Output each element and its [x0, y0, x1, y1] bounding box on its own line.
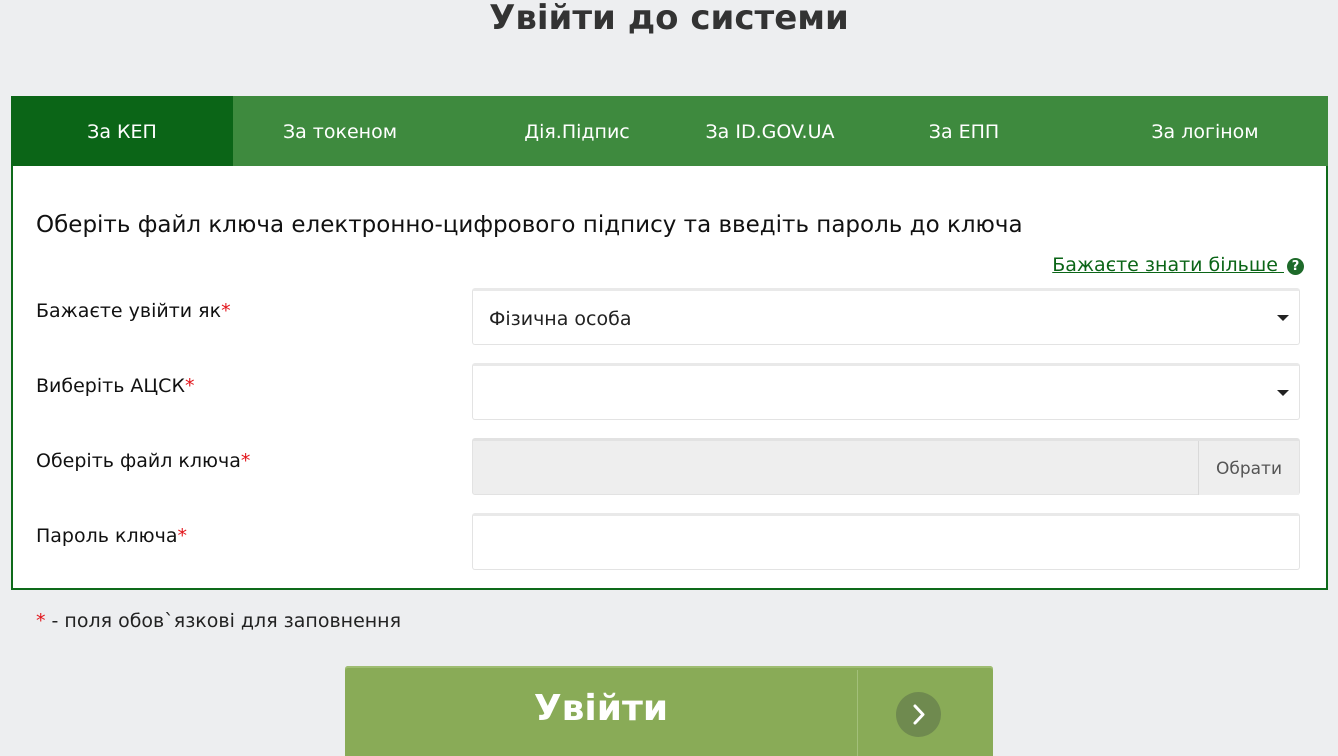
login-button-divider: [857, 670, 858, 756]
login-button[interactable]: Увійти: [345, 666, 993, 756]
login-button-label: Увійти: [533, 688, 669, 729]
acsk-label: Виберіть АЦСК*: [36, 375, 195, 397]
form-instruction: Оберіть файл ключа електронно-цифрового …: [36, 212, 1023, 238]
login-method-tabs: За КЕП За токеном Дія.Підпис За ID.GOV.U…: [11, 96, 1328, 166]
required-mark: *: [184, 375, 195, 397]
required-mark: *: [240, 450, 251, 472]
learn-more-link[interactable]: Бажаєте знати більше ?: [1052, 254, 1304, 276]
tab-login[interactable]: За логіном: [1097, 96, 1313, 166]
acsk-select[interactable]: [472, 363, 1300, 420]
tab-kep[interactable]: За КЕП: [11, 96, 233, 166]
chevron-right-icon: [896, 692, 941, 737]
login-as-select[interactable]: Фізична особа: [472, 288, 1300, 345]
required-fields-note: * - поля обов`язкові для заповнення: [36, 610, 402, 632]
page-title: Увійти до системи: [489, 0, 849, 38]
required-mark: *: [177, 525, 187, 547]
key-file-field[interactable]: Обрати: [472, 438, 1300, 495]
key-file-label: Оберіть файл ключа*: [36, 450, 251, 472]
browse-button[interactable]: Обрати: [1198, 441, 1299, 495]
login-as-value: Фізична особа: [489, 308, 632, 330]
required-mark: *: [36, 610, 46, 632]
tab-token[interactable]: За токеном: [233, 96, 447, 166]
learn-more-label: Бажаєте знати більше: [1052, 254, 1278, 276]
login-as-label: Бажаєте увійти як*: [36, 300, 231, 322]
caret-down-icon: [1277, 315, 1289, 321]
kep-login-panel: Оберіть файл ключа електронно-цифрового …: [11, 166, 1328, 590]
key-password-input[interactable]: [472, 513, 1300, 570]
key-password-label: Пароль ключа*: [36, 525, 187, 547]
required-mark: *: [221, 300, 231, 322]
question-circle-icon: ?: [1287, 258, 1304, 275]
tab-diia-signature[interactable]: Дія.Підпис: [467, 96, 687, 166]
tab-epp[interactable]: За ЕПП: [871, 96, 1057, 166]
tab-id-gov-ua[interactable]: За ID.GOV.UA: [687, 96, 853, 166]
caret-down-icon: [1277, 390, 1289, 396]
